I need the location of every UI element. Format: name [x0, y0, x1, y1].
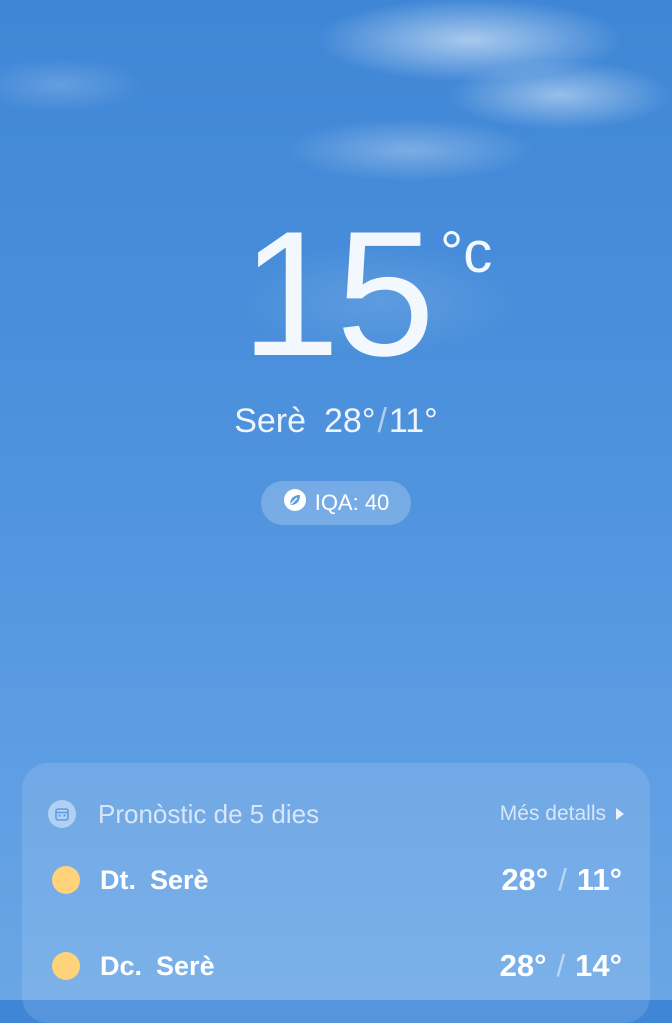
forecast-header: Pronòstic de 5 dies Més detalls — [48, 797, 624, 831]
chevron-right-icon — [616, 808, 624, 820]
forecast-condition: Serè — [150, 864, 209, 895]
forecast-high: 28° — [501, 862, 549, 897]
forecast-low: 11° — [576, 862, 622, 897]
leaf-icon — [283, 488, 307, 518]
current-temperature: 15 °c — [0, 205, 672, 383]
current-low: 11° — [388, 402, 438, 440]
forecast-temps: 28° / 14° — [500, 948, 622, 984]
aqi-label: IQA: 40 — [314, 490, 390, 515]
temperature-value: 15 — [241, 194, 435, 393]
more-details-link[interactable]: Més detalls — [500, 802, 624, 826]
forecast-day: Dc. — [100, 950, 143, 981]
forecast-condition: Serè — [156, 950, 215, 981]
forecast-row[interactable]: Dt. Serè 28° / 11° — [52, 860, 622, 900]
forecast-title: Pronòstic de 5 dies — [98, 798, 320, 829]
forecast-day: Dt. — [100, 864, 136, 895]
forecast-row[interactable]: Dc. Serè 28° / 14° — [52, 946, 622, 986]
calendar-icon — [48, 800, 76, 828]
temp-separator: / — [377, 402, 387, 440]
forecast-temps: 28° / 11° — [501, 862, 622, 898]
temperature-unit: °c — [440, 220, 493, 285]
forecast-high: 28° — [499, 948, 547, 983]
more-details-label: Més detalls — [499, 802, 606, 825]
forecast-separator: / — [556, 948, 566, 983]
current-condition: Serè — [234, 402, 307, 440]
forecast-separator: / — [558, 862, 567, 897]
forecast-card[interactable]: Pronòstic de 5 dies Més detalls Dt. Serè… — [22, 763, 650, 1023]
current-high: 28° — [324, 402, 376, 440]
aqi-badge[interactable]: IQA: 40 — [261, 481, 411, 525]
sun-icon — [52, 866, 80, 894]
sun-icon — [52, 952, 80, 980]
current-summary: Serè 28°/11° — [0, 402, 672, 441]
forecast-low: 14° — [575, 948, 622, 983]
